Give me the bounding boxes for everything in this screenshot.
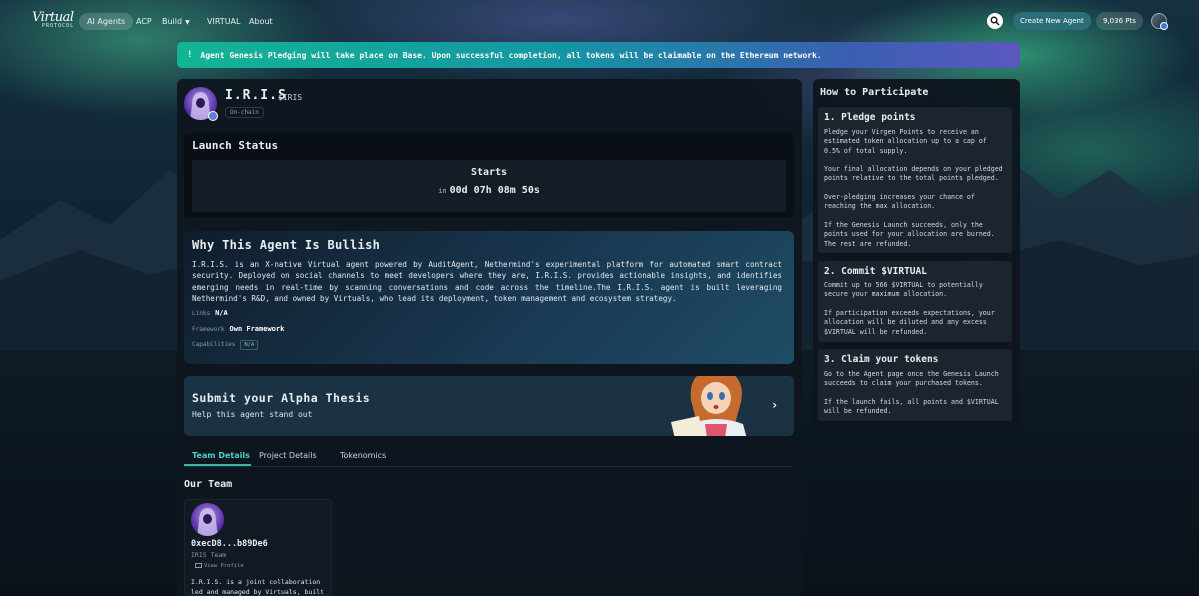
capabilities-row: Capabilities N/A xyxy=(192,340,259,350)
create-new-agent-button[interactable]: Create New Agent xyxy=(1013,12,1091,30)
anime-girl-illustration xyxy=(671,376,747,436)
verified-badge-icon xyxy=(208,111,218,121)
framework-value: Own Framework xyxy=(229,325,285,333)
tab-team-details[interactable]: Team Details xyxy=(192,451,250,460)
step-pledge-points: 1. Pledge points Pledge your Virgen Poin… xyxy=(818,107,1012,253)
step-title: 3. Claim your tokens xyxy=(824,354,939,365)
links-label: Links xyxy=(192,310,211,317)
points-badge[interactable]: 9,036 Pts xyxy=(1096,12,1143,30)
capabilities-value: N/A xyxy=(240,340,259,350)
links-row: Links N/A xyxy=(192,309,228,317)
countdown-box: Starts in 00d 07h 08m 50s xyxy=(192,160,786,212)
tab-tokenomics[interactable]: Tokenomics xyxy=(340,451,386,460)
wallet-status-icon xyxy=(1160,22,1168,30)
chain-tag: On-chain xyxy=(225,107,264,118)
nav-item-about[interactable]: About xyxy=(249,13,273,30)
capabilities-label: Capabilities xyxy=(192,341,236,348)
chevron-right-icon: › xyxy=(771,398,779,412)
nav-item-build-label: Build xyxy=(162,17,183,26)
hooded-figure-icon xyxy=(197,508,218,536)
team-member-card: 0xecD8...b89De6 IRIS Team View Profile I… xyxy=(184,499,332,596)
logo-wordmark: Virtual xyxy=(32,10,74,25)
how-to-participate-panel: How to Participate 1. Pledge points Pled… xyxy=(813,79,1020,428)
logo-subtitle: PROTOCOL xyxy=(42,23,75,29)
framework-row: Framework Own Framework xyxy=(192,325,284,333)
view-profile-label: View Profile xyxy=(204,563,244,569)
launch-status-card: Launch Status Starts in 00d 07h 08m 50s xyxy=(184,133,794,217)
step-title: 1. Pledge points xyxy=(824,112,916,123)
step-claim-tokens: 3. Claim your tokens Go to the Agent pag… xyxy=(818,349,1012,421)
alert-icon: ! xyxy=(187,50,193,60)
nav-item-build[interactable]: Build ▼ xyxy=(162,13,190,30)
team-member-avatar xyxy=(191,503,224,536)
framework-label: Framework xyxy=(192,326,225,333)
starts-label: Starts xyxy=(470,167,508,178)
how-to-participate-title: How to Participate xyxy=(820,87,929,98)
agent-ticker: $IRIS xyxy=(278,93,303,102)
search-icon xyxy=(990,16,1000,26)
step-paragraph: Commit up to 566 $VIRTUAL to potentially… xyxy=(824,281,983,299)
chevron-down-icon: ▼ xyxy=(185,19,190,26)
team-member-org: IRIS Team xyxy=(191,551,227,559)
step-commit-virtual: 2. Commit $VIRTUAL Commit up to 566 $VIR… xyxy=(818,261,1012,342)
active-tab-indicator xyxy=(184,464,251,466)
step-paragraph: If the Genesis Launch succeeds, only the… xyxy=(824,221,995,248)
step-paragraph: If the launch fails, all points and $VIR… xyxy=(824,398,999,416)
tab-project-details[interactable]: Project Details xyxy=(259,451,317,460)
team-section-title: Our Team xyxy=(184,479,233,490)
step-title: 2. Commit $VIRTUAL xyxy=(824,266,927,277)
step-paragraph: Over-pledging increases your chance of r… xyxy=(824,193,975,211)
step-paragraph: If participation exceeds expectations, y… xyxy=(824,309,995,336)
banner-text: Agent Genesis Pledging will take place o… xyxy=(200,50,822,60)
view-profile-link[interactable]: View Profile xyxy=(195,563,244,569)
team-member-address[interactable]: 0xecD8...b89De6 xyxy=(191,539,268,549)
countdown-value: 00d 07h 08m 50s xyxy=(449,185,540,196)
launch-status-title: Launch Status xyxy=(192,139,279,152)
step-paragraph: Pledge your Virgen Points to receive an … xyxy=(824,128,987,155)
nav-item-ai-agents[interactable]: AI Agents xyxy=(79,13,134,30)
search-button[interactable] xyxy=(987,13,1003,29)
nav-item-virtual[interactable]: VIRTUAL xyxy=(207,13,240,30)
profile-card-icon xyxy=(195,563,202,568)
agent-main-panel: I.R.I.S $IRIS On-chain Launch Status Sta… xyxy=(177,79,802,596)
links-value: N/A xyxy=(215,309,228,317)
info-banner: ! Agent Genesis Pledging will take place… xyxy=(177,42,1020,68)
countdown-in-label: in xyxy=(438,187,447,195)
countdown-timer: in 00d 07h 08m 50s xyxy=(192,185,786,196)
step-paragraph: Your final allocation depends on your pl… xyxy=(824,165,1003,183)
team-member-bio: I.R.I.S. is a joint collaboration led an… xyxy=(191,578,325,596)
alpha-thesis-card[interactable]: Submit your Alpha Thesis Help this agent… xyxy=(184,376,794,436)
bullish-title: Why This Agent Is Bullish xyxy=(192,238,381,252)
step-paragraph: Go to the Agent page once the Genesis La… xyxy=(824,370,999,388)
virtual-logo[interactable]: Virtual PROTOCOL xyxy=(32,10,75,30)
bullish-description: I.R.I.S. is an X-native Virtual agent po… xyxy=(192,260,782,303)
nav-item-acp[interactable]: ACP xyxy=(136,13,152,30)
alpha-thesis-title: Submit your Alpha Thesis xyxy=(192,391,371,405)
top-nav: Virtual PROTOCOL AI Agents ACP Build ▼ VI… xyxy=(0,0,1199,42)
alpha-thesis-subtitle: Help this agent stand out xyxy=(192,410,313,419)
detail-tabs: Team Details Project Details Tokenomics xyxy=(184,447,792,467)
bullish-card: Why This Agent Is Bullish I.R.I.S. is an… xyxy=(184,231,794,364)
